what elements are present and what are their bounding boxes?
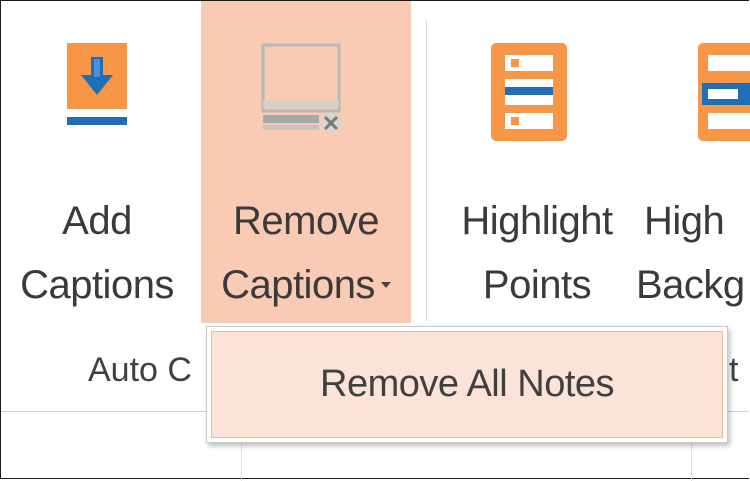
group-label-highlight: t [729, 351, 739, 389]
highlight-background-label-line2: Backg [636, 263, 745, 307]
chevron-down-icon [380, 282, 391, 289]
highlight-background-icon [698, 43, 750, 141]
add-captions-button[interactable]: Add Captions [11, 1, 183, 323]
remove-captions-icon [261, 43, 341, 133]
remove-captions-button[interactable]: Remove Captions [201, 1, 411, 323]
highlight-background-button[interactable]: High Backg [636, 1, 750, 323]
add-captions-label-line2: Captions [20, 263, 174, 307]
remove-captions-label-line2: Captions [201, 253, 411, 317]
remove-captions-dropdown: Remove All Notes [206, 326, 728, 443]
highlight-points-label-line1: Highlight [461, 199, 613, 243]
ribbon-window: Add Captions Remove Captions Highlight P… [0, 0, 750, 481]
group-separator [426, 21, 427, 321]
remove-captions-label-line1: Remove [233, 199, 379, 243]
highlight-points-button[interactable]: Highlight Points [441, 1, 633, 323]
menu-item-remove-all-notes[interactable]: Remove All Notes [211, 331, 723, 438]
add-captions-label-line1: Add [62, 199, 132, 243]
add-captions-icon [67, 43, 127, 125]
highlight-points-label-line2: Points [482, 263, 592, 307]
highlight-background-label-line1: High [644, 199, 725, 243]
highlight-points-icon [491, 43, 567, 141]
group-label-auto-captions: Auto C [88, 351, 192, 389]
